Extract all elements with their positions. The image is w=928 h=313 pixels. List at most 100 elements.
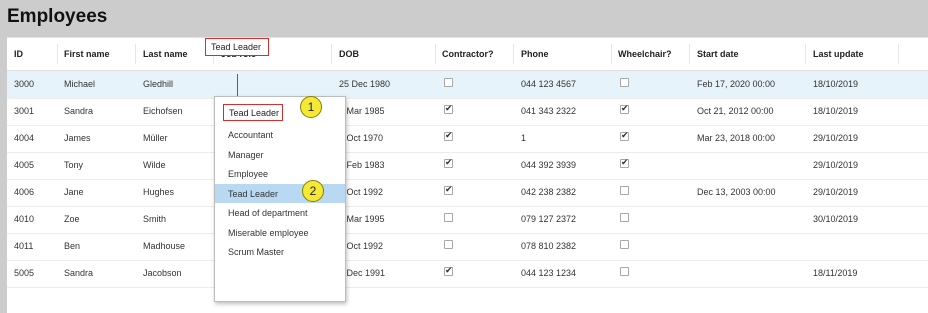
dropdown-option[interactable]: Scrum Master bbox=[215, 242, 345, 261]
cell-dob[interactable]: 25 Dec 1980 bbox=[339, 79, 390, 89]
table-row[interactable]: 3000 Michael Gledhill 25 Dec 1980 044 123 45… bbox=[7, 71, 928, 99]
table-row[interactable]: 4011 Ben Madhouse 0 Oct 1992 078 810 2382 bbox=[7, 233, 928, 261]
column-divider[interactable] bbox=[805, 44, 806, 64]
cell-phone[interactable]: 041 343 2322 bbox=[521, 106, 576, 116]
cell-start[interactable]: Feb 17, 2020 00:00 bbox=[697, 79, 775, 89]
column-header-last-name[interactable]: Last name bbox=[143, 49, 188, 59]
cell-id[interactable]: 4004 bbox=[14, 133, 34, 143]
wheelchair-checkbox[interactable] bbox=[620, 267, 629, 276]
cell-id[interactable]: 4005 bbox=[14, 160, 34, 170]
wheelchair-checkbox[interactable] bbox=[620, 213, 629, 222]
column-divider[interactable] bbox=[435, 44, 436, 64]
contractor-checkbox[interactable] bbox=[444, 78, 453, 87]
cell-first[interactable]: Sandra bbox=[64, 268, 93, 278]
job-role-cell-editor[interactable]: Tead Leader bbox=[205, 38, 269, 56]
cell-update[interactable]: 29/10/2019 bbox=[813, 187, 858, 197]
cell-first[interactable]: Jane bbox=[64, 187, 84, 197]
table-row[interactable]: 4005 Tony Wilde 0 Feb 1983 ✔ 044 392 3939 ✔ 29/… bbox=[7, 152, 928, 180]
cell-last[interactable]: Eichofsen bbox=[143, 106, 183, 116]
wheelchair-checkbox[interactable]: ✔ bbox=[620, 104, 629, 114]
wheelchair-checkbox[interactable]: ✔ bbox=[620, 158, 629, 168]
cell-last[interactable]: Hughes bbox=[143, 187, 174, 197]
wheelchair-checkbox[interactable] bbox=[620, 240, 629, 249]
table-row[interactable]: 3001 Sandra Eichofsen 5 Mar 1985 ✔ 041 343 23… bbox=[7, 98, 928, 126]
dropdown-option[interactable]: Employee bbox=[215, 164, 345, 183]
cell-first[interactable]: Zoe bbox=[64, 214, 80, 224]
job-role-dropdown[interactable]: Tead Leader Accountant Manager Employee Tea… bbox=[214, 96, 346, 302]
cell-id[interactable]: 4010 bbox=[14, 214, 34, 224]
column-header-start-date[interactable]: Start date bbox=[697, 49, 739, 59]
dropdown-current-value[interactable]: Tead Leader bbox=[223, 104, 283, 121]
cell-update[interactable]: 18/11/2019 bbox=[813, 268, 857, 278]
cell-update[interactable]: 29/10/2019 bbox=[813, 133, 858, 143]
grid-header: IDFirst nameLast nameJob roleDOBContract… bbox=[7, 38, 928, 71]
cell-phone[interactable]: 078 810 2382 bbox=[521, 241, 576, 251]
column-divider[interactable] bbox=[135, 44, 136, 64]
cell-phone[interactable]: 042 238 2382 bbox=[521, 187, 576, 197]
cell-id[interactable]: 5005 bbox=[14, 268, 34, 278]
cell-last[interactable]: Gledhill bbox=[143, 79, 173, 89]
cell-update[interactable]: 30/10/2019 bbox=[813, 214, 858, 224]
cell-update[interactable]: 29/10/2019 bbox=[813, 160, 858, 170]
cell-last[interactable]: Wilde bbox=[143, 160, 166, 170]
column-header-contractor[interactable]: Contractor? bbox=[442, 49, 494, 59]
dropdown-option[interactable]: Miserable employee bbox=[215, 223, 345, 242]
column-header-first-name[interactable]: First name bbox=[64, 49, 110, 59]
contractor-checkbox[interactable]: ✔ bbox=[444, 185, 453, 195]
column-header-dob[interactable]: DOB bbox=[339, 49, 359, 59]
wheelchair-checkbox[interactable]: ✔ bbox=[620, 131, 629, 141]
dropdown-option[interactable]: Manager bbox=[215, 145, 345, 164]
cell-update[interactable]: 18/10/2019 bbox=[813, 79, 858, 89]
column-divider[interactable] bbox=[689, 44, 690, 64]
check-icon: ✔ bbox=[621, 158, 629, 168]
dropdown-option[interactable]: Accountant bbox=[215, 125, 345, 144]
column-header-wheelchair[interactable]: Wheelchair? bbox=[618, 49, 672, 59]
table-row[interactable]: 4004 James Müller 2 Oct 1970 ✔ 1 ✔ Mar 23, 2018… bbox=[7, 125, 928, 153]
dropdown-option-label: Accountant bbox=[228, 130, 274, 140]
cell-first[interactable]: Sandra bbox=[64, 106, 93, 116]
cell-last[interactable]: Madhouse bbox=[143, 241, 185, 251]
column-divider[interactable] bbox=[898, 44, 899, 64]
cell-update[interactable]: 18/10/2019 bbox=[813, 106, 858, 116]
wheelchair-checkbox[interactable] bbox=[620, 186, 629, 195]
cell-id[interactable]: 4006 bbox=[14, 187, 34, 197]
cell-phone[interactable]: 1 bbox=[521, 133, 526, 143]
cell-phone[interactable]: 044 392 3939 bbox=[521, 160, 576, 170]
table-row[interactable]: 5005 Sandra Jacobson 5 Dec 1991 ✔ 044 123 123… bbox=[7, 260, 928, 288]
column-divider[interactable] bbox=[331, 44, 332, 64]
cell-last[interactable]: Jacobson bbox=[143, 268, 182, 278]
cell-first[interactable]: Michael bbox=[64, 79, 95, 89]
cell-id[interactable]: 4011 bbox=[14, 241, 33, 251]
wheelchair-checkbox[interactable] bbox=[620, 78, 629, 87]
column-divider[interactable] bbox=[57, 44, 58, 64]
cell-start[interactable]: Mar 23, 2018 00:00 bbox=[697, 133, 775, 143]
check-icon: ✔ bbox=[445, 131, 453, 141]
cell-phone[interactable]: 044 123 4567 bbox=[521, 79, 576, 89]
cell-phone[interactable]: 079 127 2372 bbox=[521, 214, 576, 224]
contractor-checkbox[interactable] bbox=[444, 240, 453, 249]
column-header-id[interactable]: ID bbox=[14, 49, 23, 59]
contractor-checkbox[interactable]: ✔ bbox=[444, 104, 453, 114]
contractor-checkbox[interactable]: ✔ bbox=[444, 266, 453, 276]
contractor-checkbox[interactable] bbox=[444, 213, 453, 222]
cell-phone[interactable]: 044 123 1234 bbox=[521, 268, 576, 278]
contractor-checkbox[interactable]: ✔ bbox=[444, 131, 453, 141]
cell-start[interactable]: Dec 13, 2003 00:00 bbox=[697, 187, 776, 197]
column-header-phone[interactable]: Phone bbox=[521, 49, 549, 59]
column-divider[interactable] bbox=[513, 44, 514, 64]
cell-id[interactable]: 3000 bbox=[14, 79, 34, 89]
cell-first[interactable]: Tony bbox=[64, 160, 83, 170]
table-row[interactable]: 4010 Zoe Smith 4 Mar 1995 079 127 2372 30/10/… bbox=[7, 206, 928, 234]
dropdown-option[interactable]: Head of department bbox=[215, 203, 345, 222]
column-header-last-update[interactable]: Last update bbox=[813, 49, 864, 59]
contractor-checkbox[interactable]: ✔ bbox=[444, 158, 453, 168]
cell-id[interactable]: 3001 bbox=[14, 106, 34, 116]
cell-first[interactable]: James bbox=[64, 133, 91, 143]
dropdown-option[interactable]: Tead Leader bbox=[215, 183, 345, 203]
cell-first[interactable]: Ben bbox=[64, 241, 80, 251]
table-row[interactable]: 4006 Jane Hughes 5 Oct 1992 ✔ 042 238 2382 Dec… bbox=[7, 179, 928, 207]
cell-start[interactable]: Oct 21, 2012 00:00 bbox=[697, 106, 774, 116]
cell-last[interactable]: Müller bbox=[143, 133, 168, 143]
cell-last[interactable]: Smith bbox=[143, 214, 166, 224]
column-divider[interactable] bbox=[611, 44, 612, 64]
